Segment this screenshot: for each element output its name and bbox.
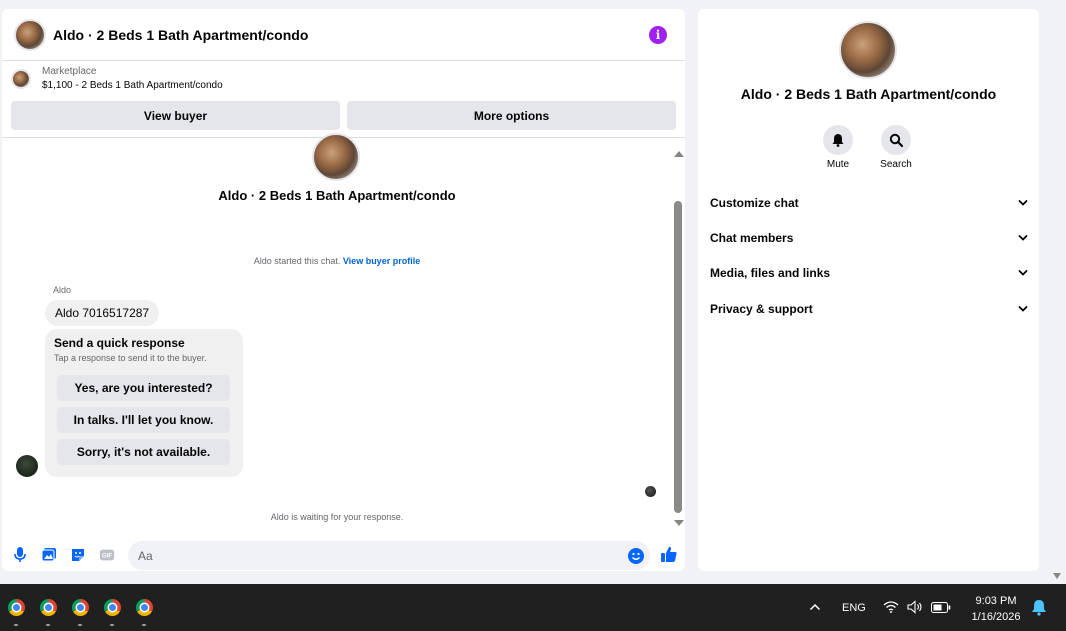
thumbs-up-icon[interactable] xyxy=(660,545,678,563)
clock-time: 9:03 PM xyxy=(975,595,1017,607)
photo-icon[interactable] xyxy=(41,547,57,563)
quick-response-not-available[interactable]: Sorry, it's not available. xyxy=(57,439,230,465)
chrome-icon[interactable] xyxy=(8,599,25,616)
marketplace-label: Marketplace xyxy=(42,66,97,77)
chevron-down-icon xyxy=(1018,269,1028,276)
system-clock[interactable]: 9:03 PM 1/16/2026 xyxy=(960,593,1032,625)
language-indicator[interactable]: ENG xyxy=(842,602,866,614)
privacy-support-section[interactable]: Privacy & support xyxy=(710,291,1028,326)
emoji-icon[interactable] xyxy=(628,548,644,564)
section-label: Customize chat xyxy=(710,195,799,210)
quick-response-interested[interactable]: Yes, are you interested? xyxy=(57,375,230,401)
listing-action-buttons: View buyer More options xyxy=(2,97,685,130)
view-buyer-profile-link[interactable]: View buyer profile xyxy=(343,256,420,266)
mute-button[interactable]: Mute xyxy=(818,125,858,170)
waiting-notice: Aldo is waiting for your response. xyxy=(270,512,404,522)
app-running-indicator xyxy=(14,624,18,626)
chevron-down-icon xyxy=(1018,199,1028,206)
chat-panel: Aldo · 2 Beds 1 Bath Apartment/condo i M… xyxy=(2,9,685,571)
app-running-indicator xyxy=(110,624,114,626)
quick-response-card: Send a quick response Tap a response to … xyxy=(45,329,243,477)
message-input[interactable] xyxy=(128,541,650,570)
chrome-icon[interactable] xyxy=(136,599,153,616)
microphone-icon[interactable] xyxy=(12,547,28,563)
windows-taskbar: ENG 9:03 PM 1/16/2026 xyxy=(0,584,1066,631)
chevron-up-icon[interactable] xyxy=(809,602,821,612)
marketplace-listing-row[interactable]: Marketplace $1,100 - 2 Beds 1 Bath Apart… xyxy=(2,61,685,97)
chrome-icon[interactable] xyxy=(72,599,89,616)
section-label: Chat members xyxy=(710,230,794,245)
notification-bell-icon[interactable] xyxy=(1031,599,1047,616)
chat-started-notice: Aldo started this chat. View buyer profi… xyxy=(2,256,672,266)
info-title: Aldo · 2 Beds 1 Bath Apartment/condo xyxy=(740,86,997,102)
view-buyer-button[interactable]: View buyer xyxy=(11,101,340,130)
chevron-down-icon xyxy=(1018,305,1028,312)
chat-header-title[interactable]: Aldo · 2 Beds 1 Bath Apartment/condo xyxy=(53,27,649,43)
message-composer: GIF xyxy=(2,539,685,571)
quick-response-in-talks[interactable]: In talks. I'll let you know. xyxy=(57,407,230,433)
bell-icon xyxy=(823,125,853,155)
thread-title: Aldo · 2 Beds 1 Bath Apartment/condo xyxy=(218,188,456,203)
chevron-down-icon xyxy=(1018,234,1028,241)
scroll-thumb[interactable] xyxy=(674,201,682,513)
mute-label: Mute xyxy=(826,159,850,170)
chrome-icon[interactable] xyxy=(104,599,121,616)
more-options-button[interactable]: More options xyxy=(347,101,676,130)
scroll-up-arrow[interactable] xyxy=(674,151,684,157)
chat-members-section[interactable]: Chat members xyxy=(710,220,1028,255)
thread-avatar xyxy=(312,133,360,181)
gif-icon[interactable]: GIF xyxy=(99,547,115,563)
scroll-down-arrow[interactable] xyxy=(674,520,684,526)
search-icon xyxy=(881,125,911,155)
app-running-indicator xyxy=(78,624,82,626)
page-scrollbar[interactable] xyxy=(1049,0,1066,584)
search-button[interactable]: Search xyxy=(876,125,916,170)
info-icon[interactable]: i xyxy=(649,25,667,44)
message-bubble[interactable]: Aldo 7016517287 xyxy=(45,300,160,326)
message-scrollbar[interactable] xyxy=(672,142,685,526)
battery-icon[interactable] xyxy=(931,602,951,613)
customize-chat-section[interactable]: Customize chat xyxy=(710,185,1028,220)
quick-response-title: Send a quick response xyxy=(54,336,185,350)
seen-indicator-avatar xyxy=(645,486,656,497)
listing-thumbnail xyxy=(11,69,31,89)
page-scroll-down-arrow[interactable] xyxy=(1053,573,1061,579)
search-label: Search xyxy=(880,159,912,170)
sender-name: Aldo xyxy=(53,285,72,295)
listing-avatar[interactable] xyxy=(14,18,46,51)
gif-label: GIF xyxy=(102,553,113,560)
media-files-links-section[interactable]: Media, files and links xyxy=(710,255,1028,290)
section-label: Media, files and links xyxy=(710,265,831,280)
section-label: Privacy & support xyxy=(710,301,813,316)
chat-header: Aldo · 2 Beds 1 Bath Apartment/condo i xyxy=(2,9,685,61)
quick-response-subtitle: Tap a response to send it to the buyer. xyxy=(54,353,207,363)
clock-date: 1/16/2026 xyxy=(971,611,1021,623)
sender-avatar[interactable] xyxy=(16,455,38,477)
app-running-indicator xyxy=(46,624,50,626)
chat-started-text: Aldo started this chat. xyxy=(253,256,341,266)
app-running-indicator xyxy=(142,624,146,626)
listing-price-title: $1,100 - 2 Beds 1 Bath Apartment/condo xyxy=(42,80,223,91)
wifi-icon[interactable] xyxy=(883,600,899,614)
message-list[interactable]: Aldo · 2 Beds 1 Bath Apartment/condo Ald… xyxy=(2,133,672,522)
info-avatar xyxy=(839,21,897,79)
conversation-info-panel: Aldo · 2 Beds 1 Bath Apartment/condo Mut… xyxy=(698,9,1039,571)
chrome-icon[interactable] xyxy=(40,599,57,616)
sticker-icon[interactable] xyxy=(70,547,86,563)
volume-icon[interactable] xyxy=(907,600,923,614)
